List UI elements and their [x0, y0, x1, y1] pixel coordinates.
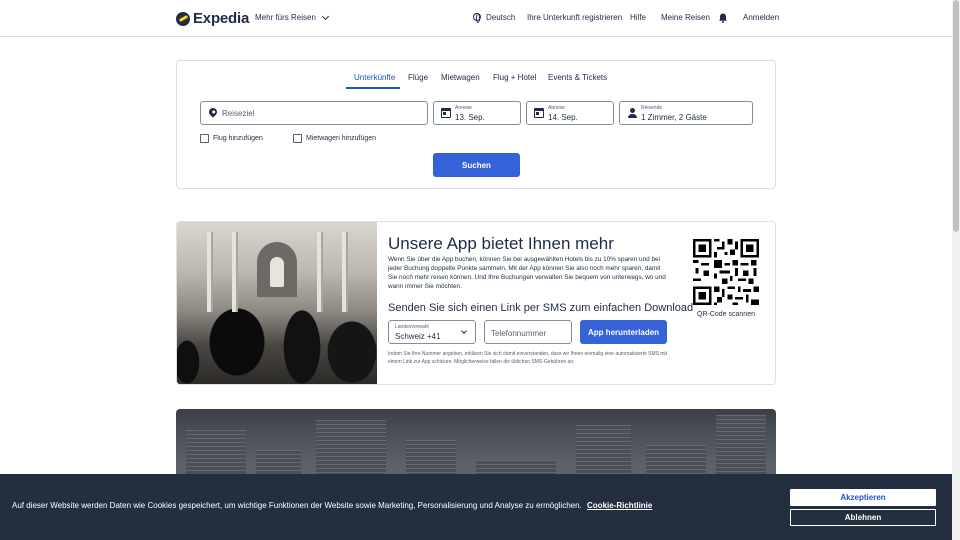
reject-cookies-button[interactable]: Ablehnen [790, 509, 936, 526]
tab-flights[interactable]: Flüge [408, 73, 428, 82]
download-app-button[interactable]: App herunterladen [580, 320, 667, 344]
tab-rental-cars[interactable]: Mietwagen [441, 73, 480, 82]
checkout-date-field[interactable]: Abreise 14. Sep. [526, 101, 614, 125]
checkin-label: Anreise [455, 105, 472, 111]
site-header: Expedia Mehr fürs Reisen Deutsch Ihre Un… [0, 0, 952, 37]
cookie-consent-bar: Auf dieser Website werden Daten wie Cook… [0, 474, 952, 540]
chevron-down-icon [461, 328, 467, 334]
globe-icon [473, 13, 481, 23]
search-button[interactable]: Suchen [433, 153, 520, 177]
chevron-down-icon [321, 12, 329, 20]
cookie-message: Auf dieser Website werden Daten wie Cook… [12, 501, 652, 510]
tab-events-tickets[interactable]: Events & Tickets [548, 73, 607, 82]
app-promo-description: Wenn Sie über die App buchen, können Sie… [388, 256, 666, 290]
sms-section-title: Senden Sie sich einen Link per SMS zum e… [388, 302, 694, 314]
register-property-link[interactable]: Ihre Unterkunft registrieren [527, 13, 622, 22]
sms-legal-text: Indem Sie Ihre Nummer angeben, erklären … [388, 351, 668, 365]
help-link[interactable]: Hilfe [630, 13, 646, 22]
travelers-label: Reisende [641, 105, 663, 111]
language-selector[interactable]: Deutsch [473, 13, 516, 23]
my-trips-link[interactable]: Meine Reisen [661, 13, 710, 22]
tab-flight-hotel[interactable]: Flug + Hotel [493, 73, 536, 82]
photo-column [342, 232, 348, 312]
travelers-field[interactable]: Reisende 1 Zimmer, 2 Gäste [619, 101, 753, 125]
phone-placeholder: Telefonnummer [491, 329, 547, 338]
destination-placeholder: Reiseziel [222, 109, 255, 118]
checkout-value: 14. Sep. [548, 113, 578, 122]
photo-column [207, 232, 213, 312]
phone-number-input[interactable]: Telefonnummer [484, 320, 572, 344]
cookie-message-text: Auf dieser Website werden Daten wie Cook… [12, 501, 582, 510]
expedia-logo-icon [176, 11, 190, 26]
trevi-fountain-photo [177, 222, 377, 384]
add-flight-checkbox[interactable]: Flug hinzufügen [200, 134, 263, 143]
checkbox-square[interactable] [293, 134, 302, 143]
map-pin-icon [207, 106, 219, 118]
search-tabs: Unterkünfte Flüge Mietwagen Flug + Hotel… [177, 61, 775, 89]
calendar-icon [534, 108, 544, 118]
logo-text: Expedia [193, 10, 250, 27]
add-car-checkbox[interactable]: Mietwagen hinzufügen [293, 134, 376, 143]
country-code-value: Schweiz +41 [395, 332, 441, 341]
accept-cookies-button[interactable]: Akzeptieren [790, 489, 936, 506]
search-form: Unterkünfte Flüge Mietwagen Flug + Hotel… [176, 60, 776, 189]
expedia-logo[interactable]: Expedia [176, 10, 249, 27]
add-flight-label: Flug hinzufügen [213, 135, 263, 142]
cookie-policy-link[interactable]: Cookie-Richtlinie [587, 501, 652, 510]
checkbox-square[interactable] [200, 134, 209, 143]
app-promo-title: Unsere App bietet Ihnen mehr [388, 234, 614, 253]
country-code-label: Landesvorwahl [395, 324, 429, 330]
photo-column [317, 232, 323, 312]
more-travel-menu[interactable]: Mehr fürs Reisen [255, 12, 329, 22]
photo-column [232, 232, 238, 312]
checkout-label: Abreise [548, 105, 565, 111]
tab-accommodations[interactable]: Unterkünfte [354, 73, 395, 82]
bell-icon[interactable] [718, 13, 728, 23]
more-travel-label: Mehr fürs Reisen [255, 13, 316, 22]
checkin-value: 13. Sep. [455, 113, 485, 122]
language-label: Deutsch [486, 13, 516, 22]
scrollbar-thumb[interactable] [953, 0, 959, 232]
photo-statue [270, 257, 284, 287]
page-scrollbar[interactable] [952, 0, 960, 540]
app-promo-card: Unsere App bietet Ihnen mehr Wenn Sie üb… [176, 221, 776, 385]
add-car-label: Mietwagen hinzufügen [306, 135, 377, 142]
person-icon [628, 108, 637, 118]
checkin-date-field[interactable]: Anreise 13. Sep. [433, 101, 521, 125]
calendar-icon [441, 108, 451, 118]
active-tab-indicator [346, 87, 400, 89]
travelers-value: 1 Zimmer, 2 Gäste [641, 113, 707, 122]
qr-code-icon [693, 239, 759, 305]
sign-in-link[interactable]: Anmelden [743, 13, 779, 22]
qr-code-label: QR-Code scannen [697, 311, 755, 318]
destination-input[interactable]: Reiseziel [200, 101, 428, 125]
country-code-select[interactable]: Landesvorwahl Schweiz +41 [388, 320, 476, 344]
